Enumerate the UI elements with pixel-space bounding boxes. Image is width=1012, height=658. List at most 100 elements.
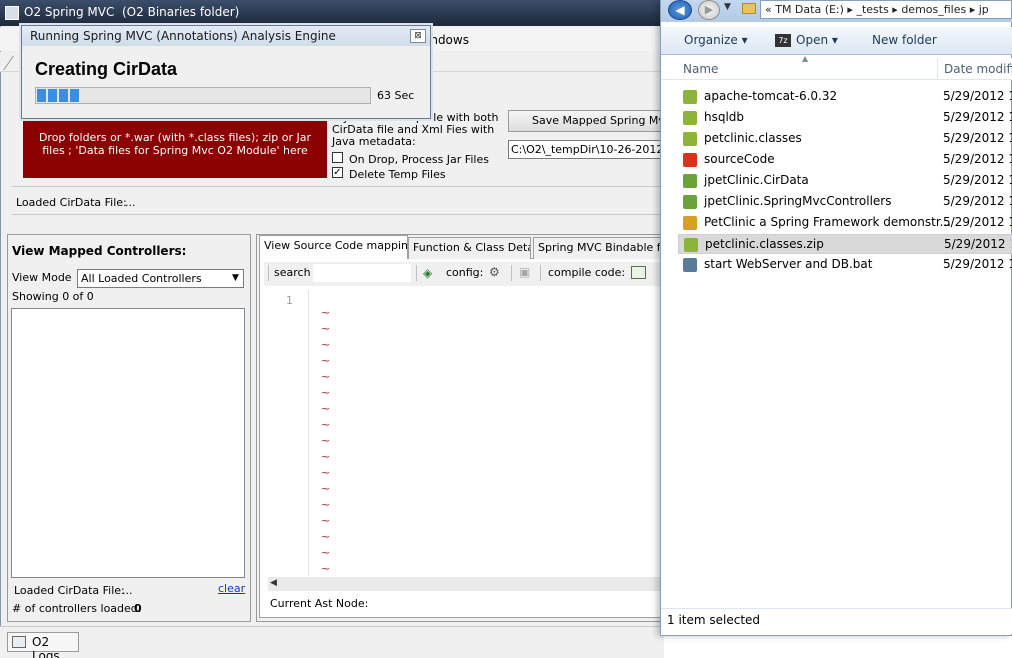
compile-icon[interactable] <box>631 266 646 279</box>
menu-item-windows[interactable]: indows <box>427 33 469 47</box>
config-label: config: <box>446 266 484 279</box>
file-date-modified: 5/29/2012 1:2 <box>943 131 1012 145</box>
horizontal-scrollbar[interactable] <box>268 577 664 591</box>
file-name: petclinic.classes.zip <box>705 237 824 251</box>
file-row[interactable]: petclinic.classes.zip 5/29/2012 1:2 <box>678 234 1012 254</box>
controllers-tree[interactable] <box>11 308 245 578</box>
file-name: jpetClinic.CirData <box>704 173 809 187</box>
file-row[interactable]: start WebServer and DB.bat 5/29/2012 1:2 <box>678 255 1012 275</box>
loaded-cirdata-label: Loaded CirData File: <box>16 196 127 209</box>
file-date-modified: 5/29/2012 1:2 <box>943 194 1012 208</box>
forward-button[interactable]: ▶ <box>698 0 720 20</box>
section-divider <box>12 214 664 215</box>
section-divider <box>12 186 664 187</box>
file-row[interactable]: hsqldb 5/29/2012 1:2 <box>678 108 1012 128</box>
toolbar-separator <box>511 265 512 281</box>
file-date-modified: 5/29/2012 1:2 <box>943 215 1012 229</box>
sort-indicator-icon: ▲ <box>802 54 809 63</box>
current-ast-node-label: Current Ast Node: <box>270 597 369 610</box>
delete-temp-checkbox[interactable]: ✓ <box>332 167 343 178</box>
file-name: start WebServer and DB.bat <box>704 257 873 271</box>
main-window-title: O2 Spring MVC (O2 Binaries folder) <box>24 5 240 19</box>
compile-code-label: compile code: <box>548 266 626 279</box>
chrome-html-icon <box>683 216 697 230</box>
column-separator[interactable] <box>937 58 938 80</box>
controllers-count-label: # of controllers loaded: <box>12 602 142 615</box>
file-row[interactable]: sourceCode 5/29/2012 1:2 <box>678 150 1012 170</box>
line-number: 1 <box>286 294 293 307</box>
editor-gutter <box>308 290 309 576</box>
main-status-bar <box>0 626 664 658</box>
tab-function-class-details[interactable]: Function & Class Details <box>408 237 531 259</box>
column-header-date-modified[interactable]: Date modified <box>944 62 1012 76</box>
controllers-count-value: 0 <box>134 602 142 615</box>
dialog-title: Running Spring MVC (Annotations) Analysi… <box>30 29 336 43</box>
search-label: search <box>274 266 311 279</box>
file-row[interactable]: petclinic.classes 5/29/2012 1:2 <box>678 129 1012 149</box>
view-mode-select[interactable]: All Loaded Controllers <box>77 269 244 288</box>
view-mode-label: View Mode <box>12 271 72 284</box>
chevron-down-icon[interactable]: ▼ <box>724 2 731 12</box>
folder-icon <box>742 3 756 14</box>
file-name: jpetClinic.SpringMvcControllers <box>704 194 892 208</box>
breadcrumb[interactable]: « TM Data (E:) ▸ _tests ▸ demos_files ▸ … <box>760 0 1012 19</box>
file-date-modified: 5/29/2012 1:2 <box>943 257 1012 271</box>
empty-line-markers: ~ ~ ~ ~ ~ ~ ~ ~ ~ ~ ~ ~ ~ ~ ~ ~ ~ <box>321 306 331 575</box>
file-name: hsqldb <box>704 110 745 124</box>
save-icon[interactable]: ▣ <box>519 265 533 279</box>
logs-icon <box>12 636 26 648</box>
dialog-heading: Creating CirData <box>35 59 178 79</box>
save-mapped-spring-mvc-button[interactable]: Save Mapped Spring Mvc <box>508 110 664 132</box>
file-row[interactable]: jpetClinic.SpringMvcControllers 5/29/2012… <box>678 192 1012 212</box>
open-with-7zip-icon: 7z <box>775 34 791 47</box>
elapsed-time: 63 Sec <box>377 89 415 102</box>
zip-folder-icon <box>683 132 697 146</box>
scroll-left-icon[interactable]: ◀ <box>270 578 277 588</box>
file-name: apache-tomcat-6.0.32 <box>704 89 838 103</box>
toolbar-separator <box>268 265 269 281</box>
new-folder-button[interactable]: New folder <box>872 33 937 47</box>
zip-folder-icon <box>683 111 697 125</box>
process-jar-label: On Drop, Process Jar Files <box>349 153 489 166</box>
file-row[interactable]: apache-tomcat-6.0.32 5/29/2012 1:2 <box>678 87 1012 107</box>
document-icon <box>683 195 697 209</box>
toolbar-separator <box>540 265 541 281</box>
file-name: petclinic.classes <box>704 131 802 145</box>
file-date-modified: 5/29/2012 1:2 <box>943 89 1012 103</box>
file-date-modified: 5/29/2012 1:2 <box>944 237 1011 251</box>
tab-spring-mvc-bindable-fields[interactable]: Spring MVC Bindable fields <box>533 237 664 259</box>
temp-dir-input[interactable]: C:\O2\_tempDir\10-26-2012 <box>508 140 664 159</box>
file-row[interactable]: jpetClinic.CirData 5/29/2012 1:2 <box>678 171 1012 191</box>
close-icon[interactable]: ⊠ <box>410 29 426 43</box>
clear-link[interactable]: clear <box>218 582 245 595</box>
chevron-down-icon[interactable]: ▼ <box>228 270 243 287</box>
progress-bar-fill <box>37 89 80 102</box>
search-input[interactable] <box>312 263 412 283</box>
progress-bar <box>35 87 371 104</box>
selection-status: 1 item selected <box>667 613 761 627</box>
shortcut-icon <box>683 153 697 167</box>
toolbar-separator <box>416 265 417 281</box>
back-button[interactable]: ◀ <box>668 0 692 20</box>
showing-count-label: Showing 0 of 0 <box>12 290 94 303</box>
process-jar-checkbox[interactable] <box>332 152 343 163</box>
file-row[interactable]: PetClinic a Spring Framework demonstr...… <box>678 213 1012 233</box>
file-date-modified: 5/29/2012 1:2 <box>943 173 1012 187</box>
delete-temp-label: Delete Temp Files <box>349 168 446 181</box>
column-header-name[interactable]: Name <box>683 62 718 76</box>
open-button[interactable]: Open ▾ <box>796 33 838 47</box>
file-date-modified: 5/29/2012 1:2 <box>943 110 1012 124</box>
config-icon[interactable]: ◈ <box>423 266 439 280</box>
mapped-controllers-title: View Mapped Controllers: <box>12 244 187 258</box>
loaded-cirdata-value: ... <box>122 584 133 597</box>
settings-icon[interactable]: ⚙ <box>489 265 505 280</box>
zip-file-icon <box>684 238 698 252</box>
file-date-modified: 5/29/2012 1:2 <box>943 152 1012 166</box>
file-drop-zone[interactable]: Drop folders or *.war (with *.class file… <box>23 114 327 178</box>
batch-file-icon <box>683 258 697 272</box>
loaded-cirdata-value: ... <box>125 196 136 209</box>
organize-button[interactable]: Organize ▾ <box>684 33 748 47</box>
tab-source-code-mappings[interactable]: View Source Code mappings <box>259 235 408 259</box>
file-name: PetClinic a Spring Framework demonstr... <box>704 215 952 229</box>
app-icon <box>5 6 19 20</box>
